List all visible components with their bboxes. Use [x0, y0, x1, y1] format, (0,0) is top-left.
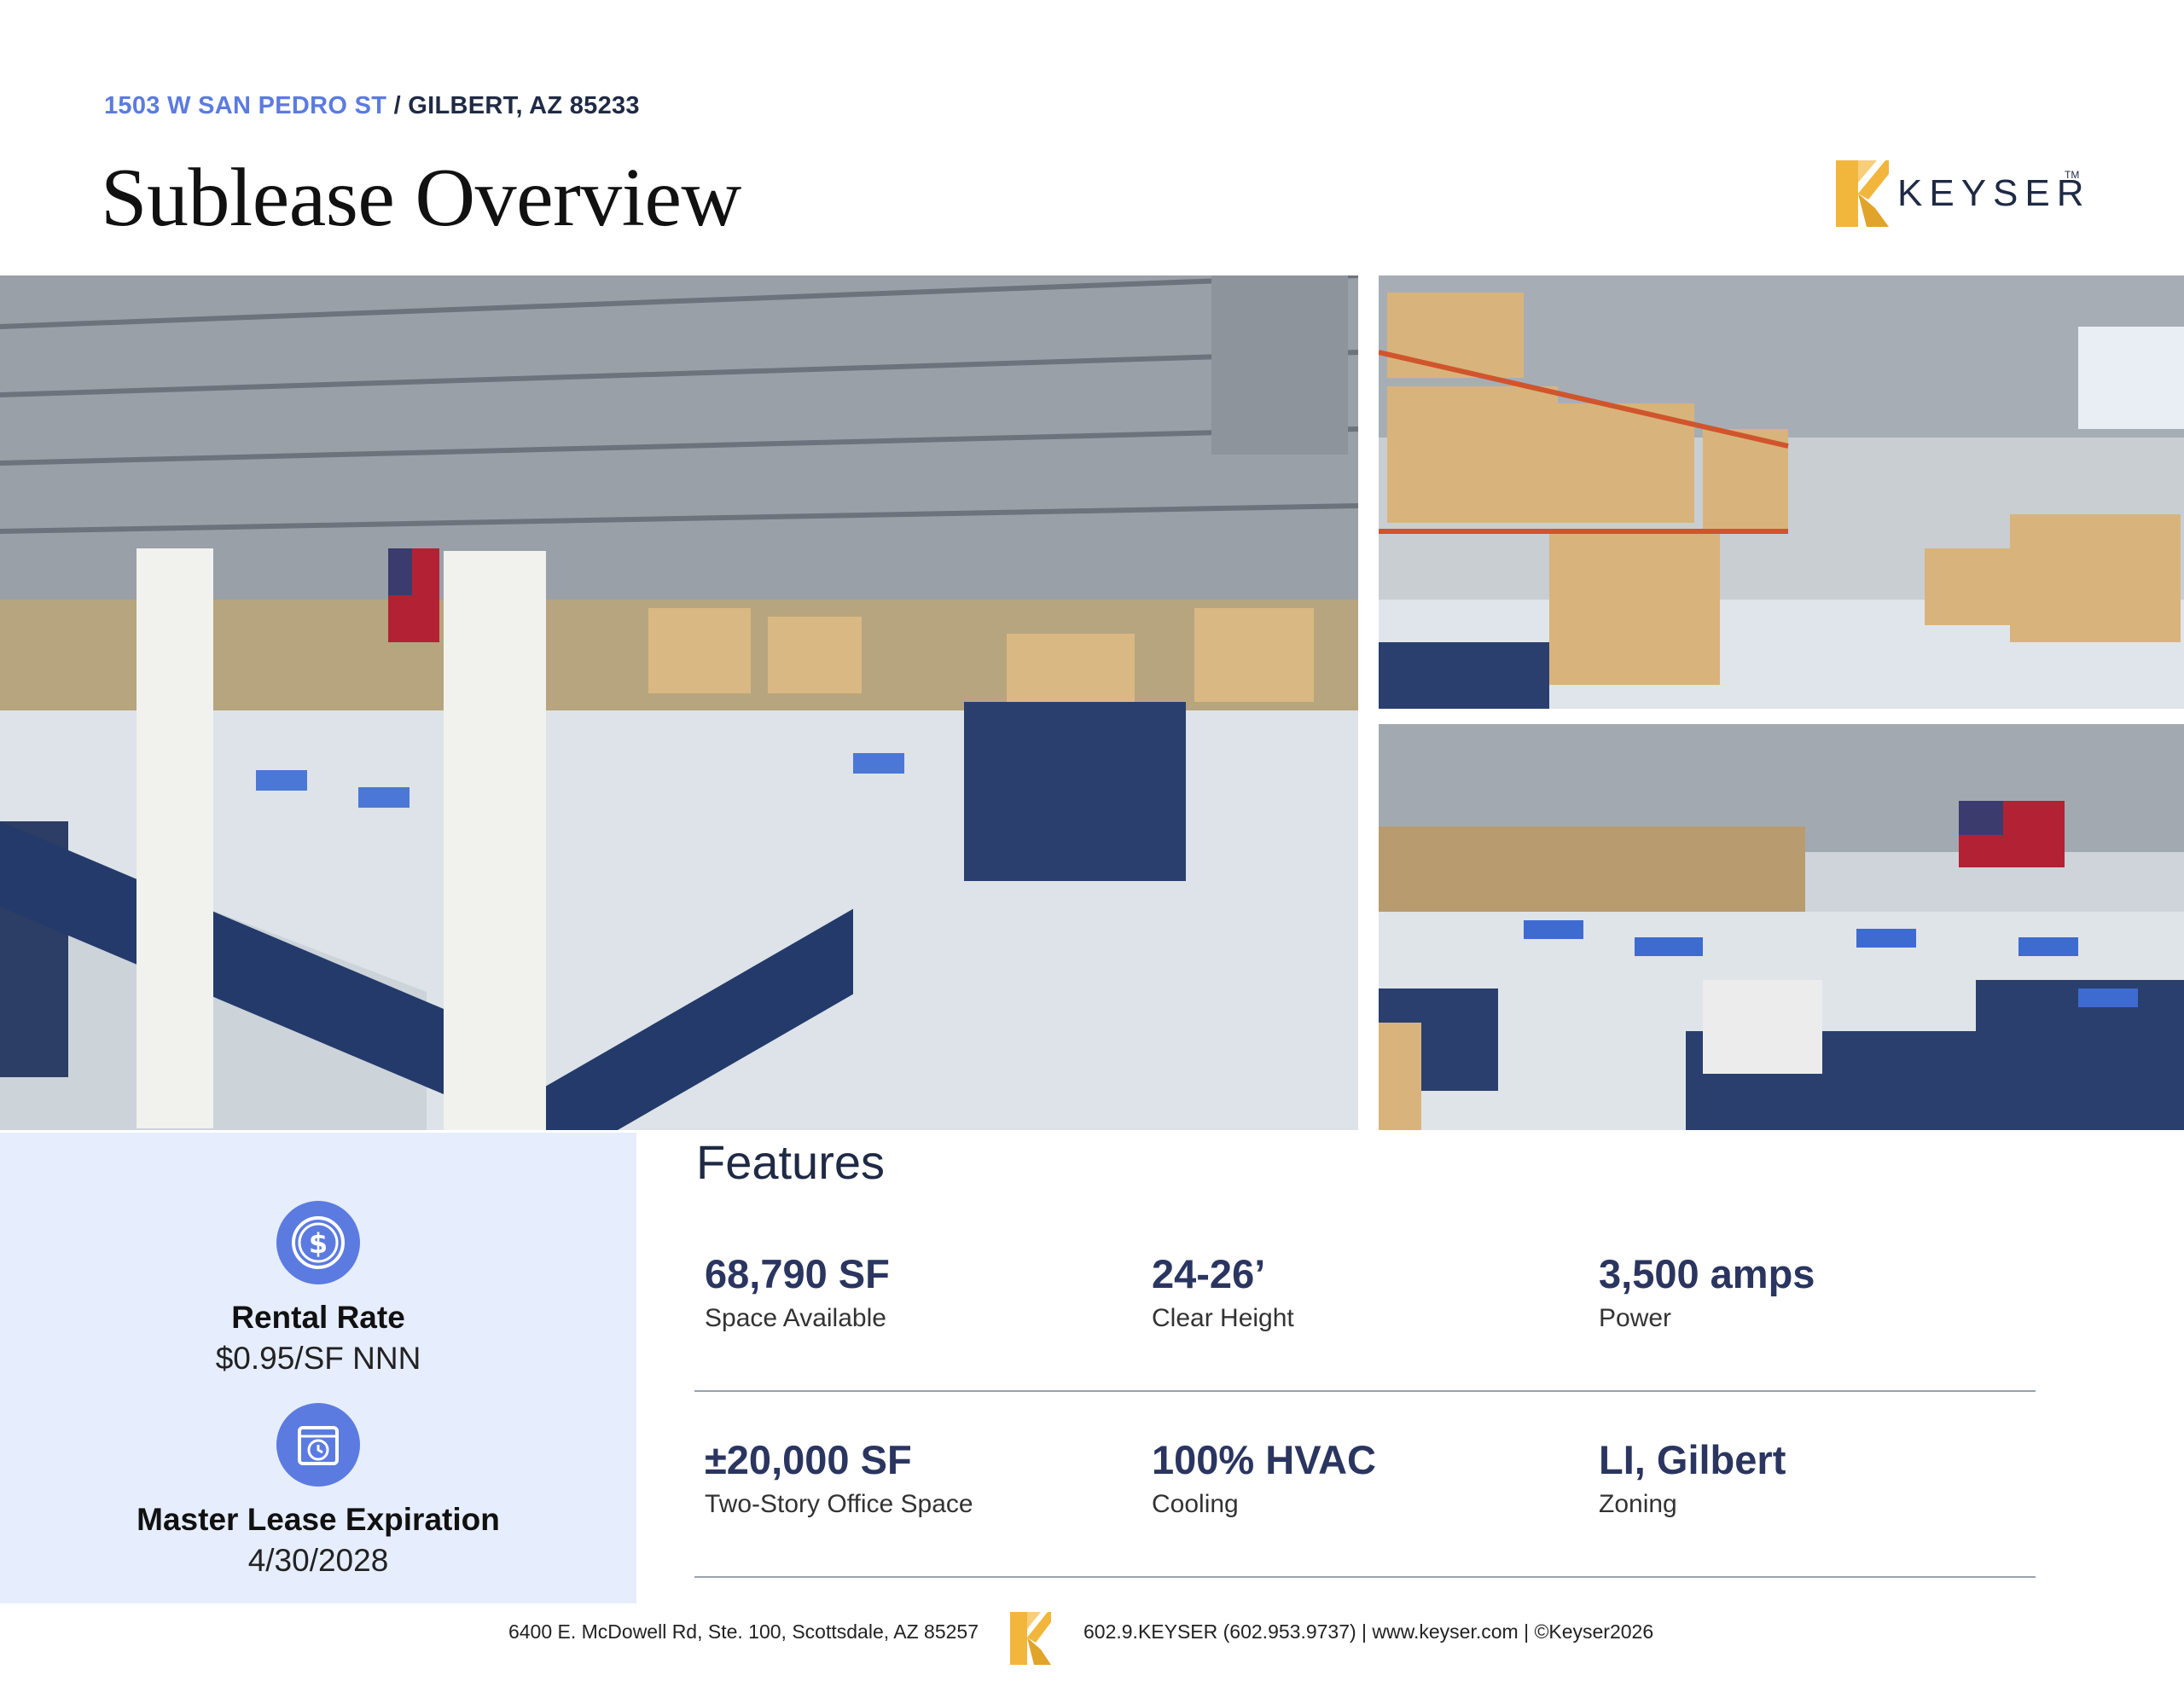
lease-expiration-label: Master Lease Expiration: [136, 1502, 500, 1537]
address-street: 1503 W SAN PEDRO ST: [104, 92, 387, 119]
svg-text:$: $: [309, 1227, 328, 1260]
feature-label: Space Available: [705, 1304, 886, 1332]
keyser-k-logo-icon: [1010, 1612, 1051, 1665]
feature-power: 3,500 amps Power: [1599, 1250, 1815, 1333]
highlights-panel: $ Rental Rate $0.95/SF NNN Master Lease …: [0, 1133, 636, 1603]
page-title: Sublease Overview: [101, 152, 741, 244]
property-address: 1503 W SAN PEDRO ST / GILBERT, AZ 85233: [104, 92, 640, 120]
features-divider: [694, 1390, 2036, 1392]
footer-address: 6400 E. McDowell Rd, Ste. 100, Scottsdal…: [508, 1620, 979, 1643]
feature-value: ±20,000 SF: [705, 1437, 912, 1482]
feature-clear-height: 24-26’ Clear Height: [1152, 1250, 1294, 1333]
feature-zoning: LI, Gilbert Zoning: [1599, 1436, 1786, 1519]
lease-expiration-stat: Master Lease Expiration 4/30/2028: [0, 1403, 636, 1579]
feature-value: 68,790 SF: [705, 1251, 890, 1296]
warehouse-manufacturing-floor-photo: [0, 275, 1358, 1130]
feature-value: 100% HVAC: [1152, 1437, 1376, 1482]
feature-label: Clear Height: [1152, 1304, 1294, 1332]
lease-expiration-value: 4/30/2028: [247, 1543, 389, 1578]
logo-trademark: TM: [2065, 169, 2080, 181]
rental-rate-stat: $ Rental Rate $0.95/SF NNN: [0, 1201, 636, 1377]
feature-value: 3,500 amps: [1599, 1251, 1815, 1296]
feature-value: LI, Gilbert: [1599, 1437, 1786, 1482]
keyser-k-logo-icon: [1836, 160, 1889, 227]
warehouse-racking-aisle-photo: [1379, 275, 2184, 709]
warehouse-workstations-flag-photo: [1379, 724, 2184, 1130]
feature-label: Two-Story Office Space: [705, 1490, 973, 1518]
features-divider: [694, 1576, 2036, 1578]
rental-rate-value: $0.95/SF NNN: [215, 1341, 421, 1376]
feature-value: 24-26’: [1152, 1251, 1266, 1296]
feature-office-space: ±20,000 SF Two-Story Office Space: [705, 1436, 973, 1519]
dollar-icon: $: [276, 1201, 360, 1284]
calendar-clock-icon: [276, 1403, 360, 1487]
feature-space-available: 68,790 SF Space Available: [705, 1250, 890, 1333]
rental-rate-label: Rental Rate: [231, 1300, 405, 1335]
feature-label: Power: [1599, 1304, 1672, 1332]
logo-wordmark: KEYSER: [1897, 172, 2091, 214]
page-footer: 6400 E. McDowell Rd, Ste. 100, Scottsdal…: [0, 1603, 2184, 1687]
footer-contact: 602.9.KEYSER (602.953.9737) | www.keyser…: [1083, 1620, 1654, 1643]
features-heading: Features: [696, 1135, 885, 1189]
feature-cooling: 100% HVAC Cooling: [1152, 1436, 1376, 1519]
address-city: / GILBERT, AZ 85233: [386, 92, 640, 119]
keyser-logo: KEYSER TM: [1833, 157, 2084, 230]
feature-label: Zoning: [1599, 1490, 1677, 1518]
feature-label: Cooling: [1152, 1490, 1239, 1518]
